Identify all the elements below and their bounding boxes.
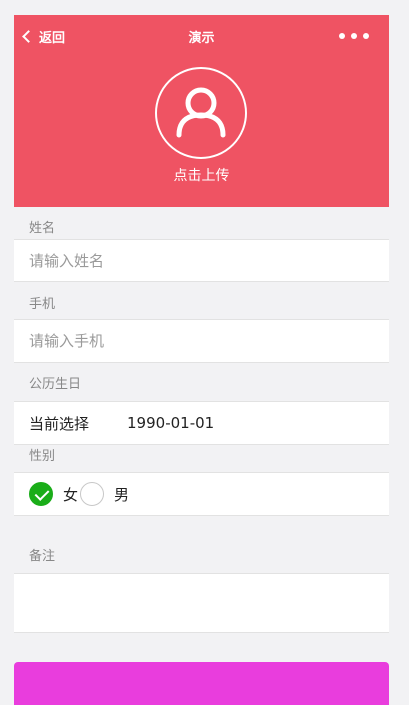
notes-label: 备注 — [14, 547, 389, 567]
upload-label[interactable]: 点击上传 — [14, 165, 389, 185]
gender-option-label: 男 — [114, 485, 130, 504]
birthday-value: 1990-01-01 — [127, 414, 215, 432]
avatar-upload[interactable] — [155, 67, 247, 159]
notes-textarea[interactable] — [14, 573, 389, 633]
phone-input[interactable] — [29, 332, 349, 350]
current-selection-label: 当前选择 — [29, 414, 90, 433]
radio-checked-icon — [29, 482, 53, 506]
profile-header: 返回 演示 点击上传 — [14, 15, 389, 207]
phone-label: 手机 — [14, 295, 389, 315]
name-field-row — [14, 239, 389, 282]
birthday-label: 公历生日 — [14, 375, 389, 395]
birthday-picker[interactable]: 当前选择 1990-01-01 — [14, 401, 389, 445]
more-dot-icon — [351, 33, 357, 39]
app-frame: 返回 演示 点击上传 姓名 手机 公历生日 当前选择 1990-01-01 — [14, 15, 389, 705]
name-label: 姓名 — [14, 219, 389, 239]
submit-button[interactable] — [14, 662, 389, 705]
page-title: 演示 — [188, 31, 215, 46]
more-menu-button[interactable] — [339, 33, 369, 39]
gender-radio-group: 女 男 — [14, 472, 389, 516]
radio-unchecked-icon — [80, 482, 105, 506]
phone-field-row — [14, 319, 389, 363]
gender-option-female[interactable]: 女 — [29, 482, 78, 506]
gender-option-label: 女 — [63, 485, 79, 504]
user-icon — [176, 87, 226, 138]
more-dot-icon — [363, 33, 369, 39]
more-dot-icon — [339, 33, 345, 39]
navigation-bar: 返回 演示 — [14, 15, 389, 57]
gender-option-male[interactable]: 男 — [80, 482, 129, 506]
name-input[interactable] — [29, 251, 349, 270]
gender-label: 性别 — [14, 447, 389, 467]
